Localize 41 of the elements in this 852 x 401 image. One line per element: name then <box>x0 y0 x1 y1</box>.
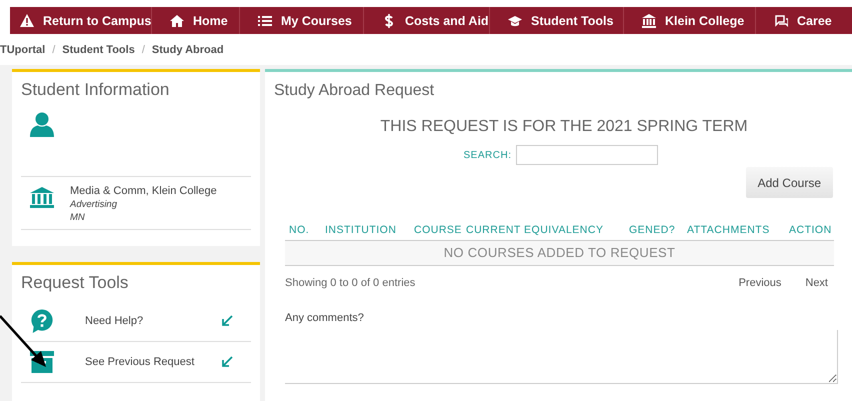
diagonal-arrow-icon <box>221 356 233 368</box>
panel-title: Study Abroad Request <box>274 82 436 100</box>
previous-link[interactable]: Previous <box>738 277 782 289</box>
breadcrumb-separator: / <box>142 44 145 56</box>
search-field[interactable] <box>516 145 658 165</box>
home-icon <box>170 14 184 28</box>
level-text: MN <box>70 212 86 223</box>
next-link[interactable]: Next <box>805 277 828 289</box>
bank-icon <box>30 187 54 209</box>
college-text: Media & Comm, Klein College <box>70 185 217 197</box>
bank-icon <box>642 14 656 28</box>
breadcrumb-current: Study Abroad <box>152 44 224 56</box>
nav-link[interactable]: Caree <box>756 7 836 34</box>
card-title: Request Tools <box>21 273 130 293</box>
person-icon <box>30 112 54 137</box>
entries-info: Showing 0 to 0 of 0 entries <box>285 277 416 289</box>
nav-link[interactable]: My Courses <box>240 7 364 34</box>
request-tool-item[interactable]: Need Help? <box>21 301 251 342</box>
arrow-annotation <box>0 314 48 368</box>
cap-icon <box>508 14 522 28</box>
comments-label: Any comments? <box>285 312 365 324</box>
dollar-icon <box>382 14 396 28</box>
major-text: Advertising <box>70 199 118 210</box>
list-icon <box>258 14 272 28</box>
breadcrumb-link[interactable]: TUportal <box>0 44 46 56</box>
nav-link[interactable]: Home <box>152 7 240 34</box>
breadcrumb-link[interactable]: Student Tools <box>62 44 135 56</box>
nav-link[interactable]: Klein College <box>624 7 756 34</box>
chat-icon <box>774 14 788 28</box>
question-bubble-icon <box>30 308 54 334</box>
breadcrumb-separator: / <box>52 44 56 56</box>
nav-link[interactable]: Return to Campus <box>10 7 152 34</box>
search-label: SEARCH: <box>464 150 512 160</box>
nav-link[interactable]: Costs and Aid <box>364 7 490 34</box>
diagonal-arrow-icon <box>221 315 233 327</box>
add-course-button[interactable]: Add Course <box>746 167 833 198</box>
warning-icon <box>20 14 34 28</box>
empty-table-message: NO COURSES ADDED TO REQUEST <box>285 241 834 266</box>
card-title: Student Information <box>21 80 170 100</box>
nav-link[interactable]: Student Tools <box>490 7 624 34</box>
term-heading: THIS REQUEST IS FOR THE 2021 SPRING TERM <box>379 118 749 136</box>
